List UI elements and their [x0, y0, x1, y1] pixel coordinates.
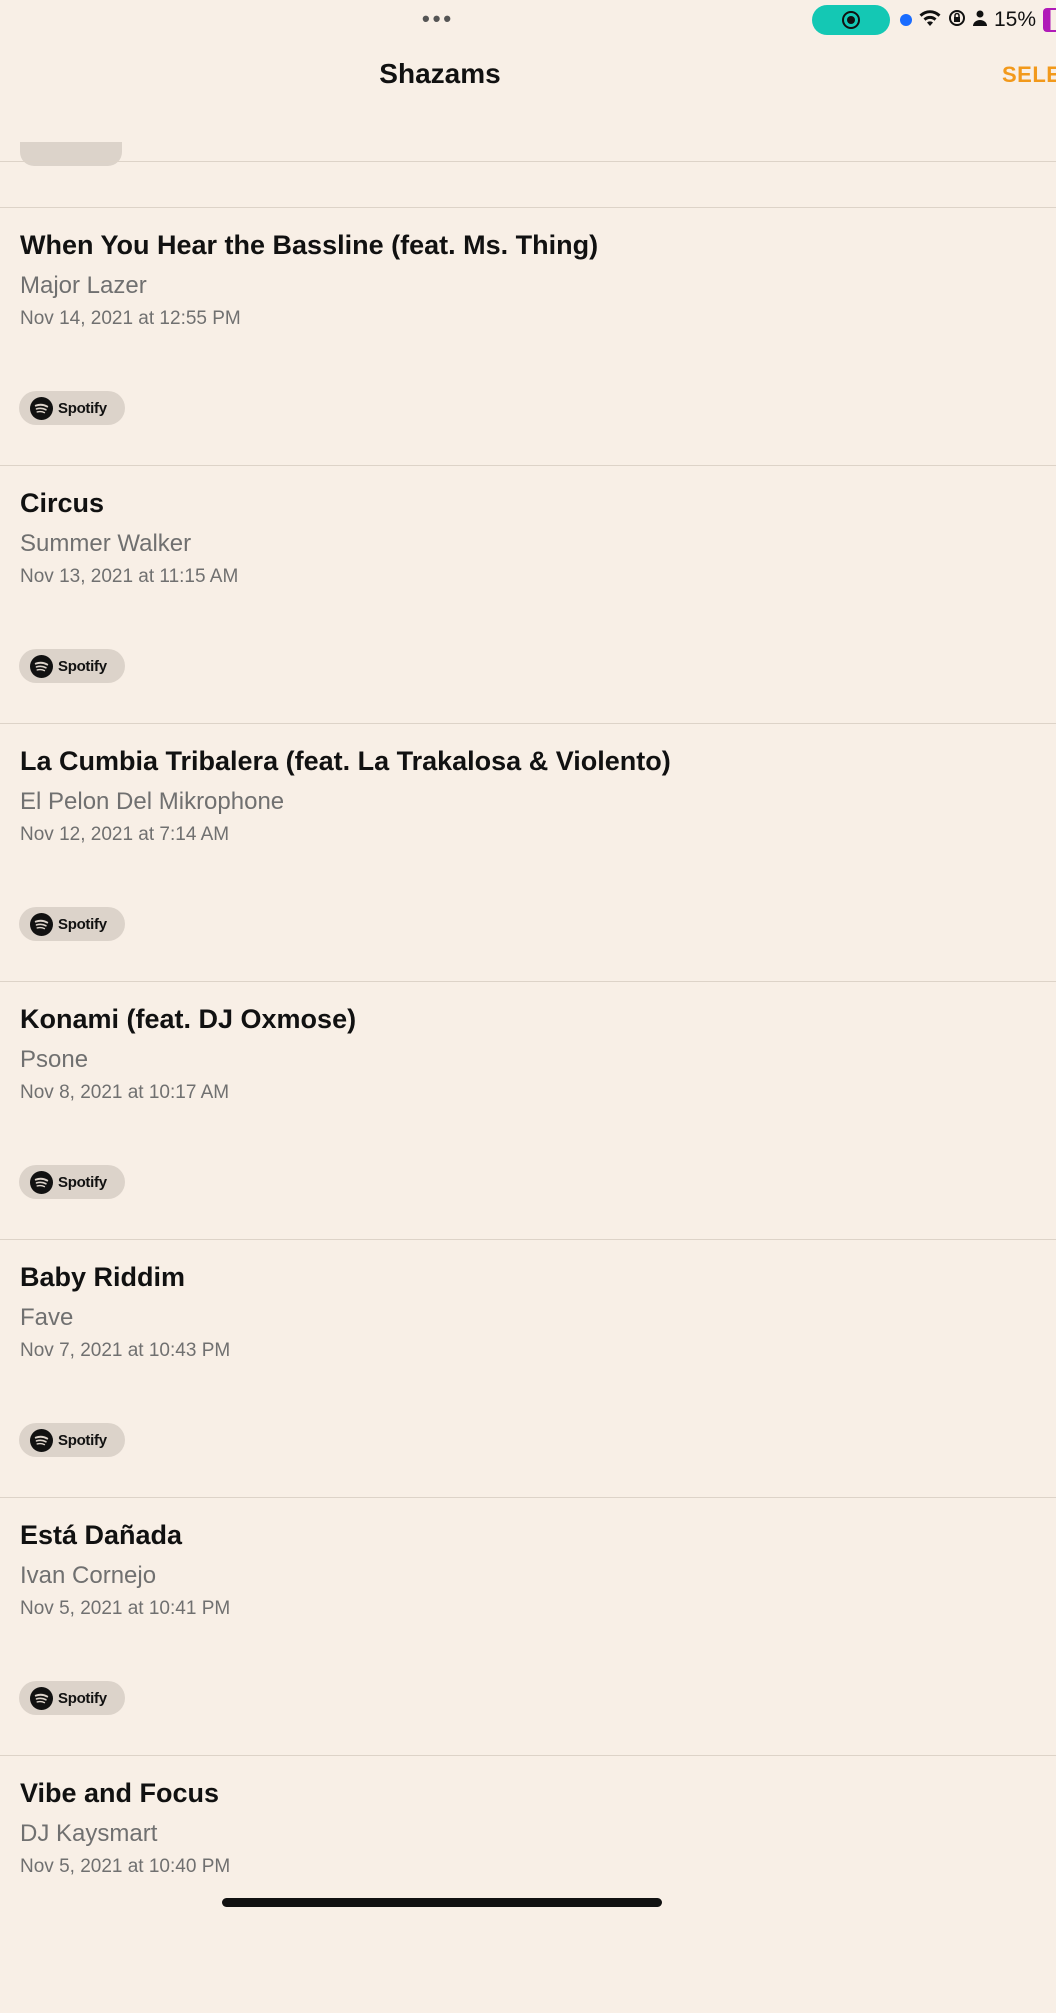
- screen-record-indicator[interactable]: [812, 5, 890, 35]
- shazam-date: Nov 14, 2021 at 12:55 PM: [20, 308, 241, 329]
- more-dots-icon[interactable]: •••: [422, 8, 454, 30]
- artist-name: Major Lazer: [20, 272, 147, 299]
- spotify-label: Spotify: [58, 1173, 107, 1191]
- song-title: Baby Riddim: [20, 1262, 186, 1292]
- orientation-lock-icon: [948, 9, 966, 31]
- shazam-date: Nov 5, 2021 at 10:40 PM: [20, 1856, 231, 1877]
- spotify-label: Spotify: [58, 657, 107, 675]
- spotify-button[interactable]: Spotify: [19, 907, 125, 941]
- artist-name: Fave: [20, 1304, 74, 1331]
- list-item[interactable]: Circus Summer Walker Nov 13, 2021 at 11:…: [0, 465, 1056, 723]
- wifi-icon: [919, 9, 941, 31]
- song-title: La Cumbia Tribalera (feat. La Trakalosa …: [20, 746, 671, 776]
- location-dot-icon: [900, 14, 912, 26]
- spotify-button[interactable]: Spotify: [19, 649, 125, 683]
- artist-name: Psone: [20, 1046, 89, 1073]
- spotify-icon: [30, 396, 53, 420]
- spotify-button-partial[interactable]: [20, 142, 122, 166]
- shazam-date: Nov 12, 2021 at 7:14 AM: [20, 824, 230, 845]
- shazam-list: When You Hear the Bassline (feat. Ms. Th…: [0, 207, 1056, 2013]
- artist-name: DJ Kaysmart: [20, 1820, 158, 1847]
- spotify-icon: [30, 1428, 53, 1452]
- shazam-date: Nov 5, 2021 at 10:41 PM: [20, 1598, 231, 1619]
- navigation-bar: Shazams SELE: [0, 40, 1056, 160]
- list-item[interactable]: Konami (feat. DJ Oxmose) Psone Nov 8, 20…: [0, 981, 1056, 1239]
- shazam-date: Nov 8, 2021 at 10:17 AM: [20, 1082, 230, 1103]
- song-title: Vibe and Focus: [20, 1778, 220, 1808]
- shazam-date: Nov 7, 2021 at 10:43 PM: [20, 1340, 231, 1361]
- status-bar: ••• 15%: [0, 0, 1056, 40]
- spotify-button[interactable]: Spotify: [19, 1681, 125, 1715]
- spotify-icon: [30, 1170, 53, 1194]
- status-icons: 15%: [900, 6, 1056, 34]
- artist-name: Ivan Cornejo: [20, 1562, 157, 1589]
- person-icon: [973, 10, 987, 30]
- song-title: Konami (feat. DJ Oxmose): [20, 1004, 357, 1034]
- list-item[interactable]: La Cumbia Tribalera (feat. La Trakalosa …: [0, 723, 1056, 981]
- spotify-button[interactable]: Spotify: [19, 1165, 125, 1199]
- spotify-icon: [30, 654, 53, 678]
- shazam-date: Nov 13, 2021 at 11:15 AM: [20, 566, 239, 587]
- spotify-label: Spotify: [58, 915, 107, 933]
- spotify-button[interactable]: Spotify: [19, 391, 125, 425]
- list-item[interactable]: Está Dañada Ivan Cornejo Nov 5, 2021 at …: [0, 1497, 1056, 1755]
- artist-name: El Pelon Del Mikrophone: [20, 788, 285, 815]
- list-item[interactable]: Vibe and Focus DJ Kaysmart Nov 5, 2021 a…: [0, 1755, 1056, 2013]
- spotify-label: Spotify: [58, 1689, 107, 1707]
- battery-icon: [1043, 8, 1056, 32]
- song-title: Está Dañada: [20, 1520, 183, 1550]
- spotify-button[interactable]: Spotify: [19, 1423, 125, 1457]
- song-title: When You Hear the Bassline (feat. Ms. Th…: [20, 230, 599, 260]
- list-item[interactable]: Baby Riddim Fave Nov 7, 2021 at 10:43 PM…: [0, 1239, 1056, 1497]
- spotify-icon: [30, 1686, 53, 1710]
- home-indicator[interactable]: [222, 1898, 662, 1907]
- spotify-label: Spotify: [58, 399, 107, 417]
- divider: [0, 161, 1056, 162]
- artist-name: Summer Walker: [20, 530, 192, 557]
- list-item[interactable]: When You Hear the Bassline (feat. Ms. Th…: [0, 207, 1056, 465]
- spotify-label: Spotify: [58, 1431, 107, 1449]
- page-title: Shazams: [379, 58, 501, 89]
- song-title: Circus: [20, 488, 105, 518]
- spotify-icon: [30, 912, 53, 936]
- select-button[interactable]: SELE: [1002, 62, 1056, 88]
- battery-percent: 15%: [994, 8, 1037, 31]
- screen-record-icon: [842, 11, 860, 29]
